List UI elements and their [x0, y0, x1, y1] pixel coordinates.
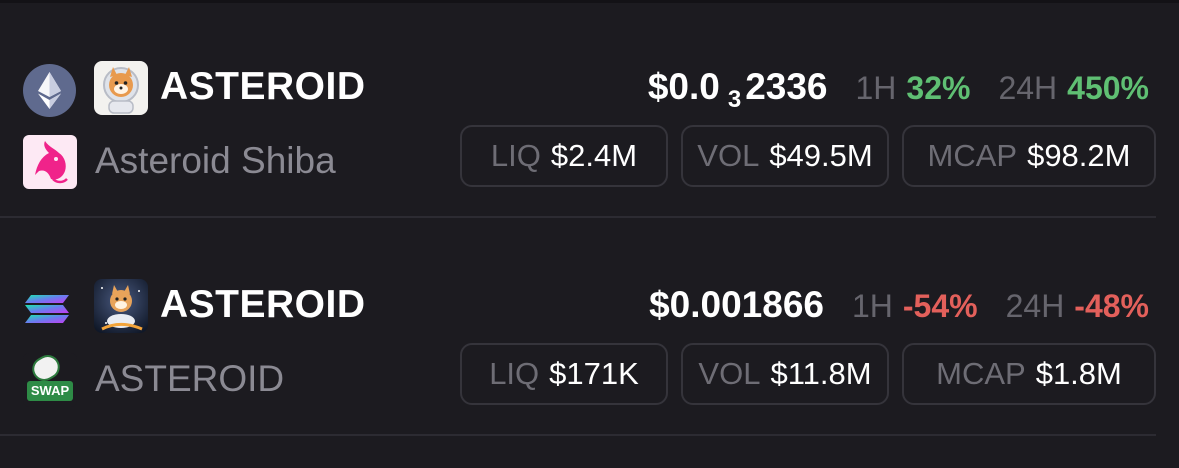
liquidity-pill: LIQ $171K — [460, 343, 668, 405]
volume-label: VOL — [697, 138, 760, 173]
market-cap-pill: MCAP $1.8M — [902, 343, 1156, 405]
market-cap-label: MCAP — [927, 138, 1018, 173]
price-change-line: $0.0 3 2336 1H 32% 24H 450% — [648, 62, 1149, 113]
volume-value: $49.5M — [769, 138, 873, 173]
top-border — [0, 0, 1179, 3]
price-change-line: $0.001866 1H -54% 24H -48% — [649, 280, 1149, 330]
price-prefix: $0.0 — [647, 66, 720, 107]
token-row-asteroid-sol[interactable]: ASTEROID SWAP ASTEROID $0.001866 1H -54%… — [0, 268, 1179, 438]
change-24h-label: 24H — [1005, 288, 1065, 324]
liquidity-label: LIQ — [490, 138, 541, 173]
row-divider — [0, 216, 1156, 218]
token-name: ASTEROID — [95, 358, 285, 399]
token-price: $0.001866 — [649, 284, 824, 325]
liquidity-label: LIQ — [489, 356, 540, 391]
token-price: $0.0 3 2336 — [648, 62, 828, 117]
change-24h-label: 24H — [998, 70, 1058, 106]
token-name: Asteroid Shiba — [95, 140, 336, 181]
change-1h-label: 1H — [851, 288, 893, 324]
liquidity-pill: LIQ $2.4M — [460, 125, 668, 187]
liquidity-value: $171K — [549, 356, 639, 391]
token-symbol: ASTEROID — [160, 65, 366, 108]
market-cap-label: MCAP — [936, 356, 1026, 391]
solana-icon — [23, 282, 76, 335]
uniswap-icon — [23, 135, 77, 189]
volume-pill: VOL $49.5M — [681, 125, 889, 187]
row-divider — [0, 434, 1156, 436]
price-digits: 2336 — [745, 66, 828, 107]
change-1h-label: 1H — [855, 70, 897, 106]
swap-icon: SWAP — [23, 353, 77, 407]
price-zero-count: 3 — [727, 86, 742, 113]
shiba-space-icon — [94, 279, 148, 333]
volume-label: VOL — [698, 356, 761, 391]
change-1h-value: -54% — [902, 288, 978, 324]
market-cap-pill: MCAP $98.2M — [902, 125, 1156, 187]
volume-pill: VOL $11.8M — [681, 343, 889, 405]
market-cap-value: $98.2M — [1027, 138, 1131, 173]
ethereum-icon — [23, 64, 76, 117]
market-cap-value: $1.8M — [1035, 356, 1122, 391]
change-24h-value: 450% — [1067, 70, 1149, 106]
token-symbol: ASTEROID — [160, 283, 366, 326]
change-1h-value: 32% — [906, 70, 971, 106]
volume-value: $11.8M — [770, 356, 872, 391]
swap-icon-label: SWAP — [30, 383, 70, 398]
token-row-asteroid-eth[interactable]: ASTEROID Asteroid Shiba $0.0 3 2336 1H 32%… — [0, 50, 1179, 220]
liquidity-value: $2.4M — [550, 138, 638, 173]
change-24h-value: -48% — [1074, 288, 1149, 324]
shiba-astronaut-icon — [94, 61, 148, 115]
